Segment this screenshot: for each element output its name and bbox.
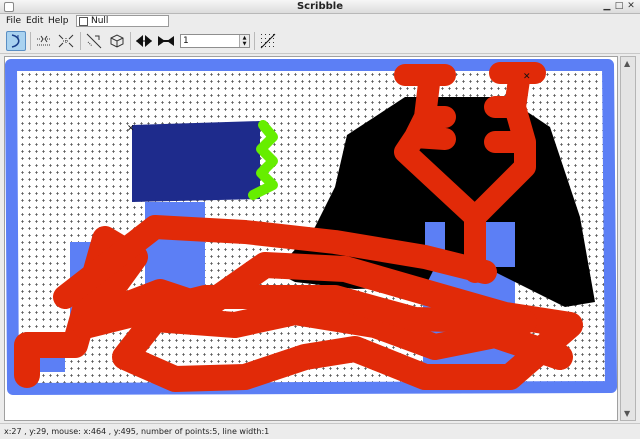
menu-edit[interactable]: Edit <box>26 16 43 26</box>
rotate-icon <box>86 33 102 49</box>
grid-toggle-button[interactable] <box>258 31 278 51</box>
line-width-spinbox[interactable]: 1 ▲ ▼ <box>180 34 250 48</box>
window-title: Scribble <box>296 1 343 12</box>
title-bar: Scribble ▁ □ ✕ <box>0 0 640 14</box>
pen-curve-icon <box>11 34 20 48</box>
maximize-icon[interactable]: □ <box>614 2 624 12</box>
vertical-scrollbar[interactable]: ▲ ▼ <box>620 56 636 421</box>
polyline-icon <box>37 35 51 46</box>
minimize-icon[interactable]: ▁ <box>602 2 612 12</box>
toolbar-separator <box>30 32 31 50</box>
drawing-canvas[interactable]: ✕ ✕ <box>4 56 618 421</box>
freehand-tool-button[interactable] <box>6 31 26 51</box>
polyline-tool-button[interactable] <box>34 31 54 51</box>
line-width-up-button[interactable] <box>156 31 176 51</box>
point-marker-icon: ✕ <box>523 72 531 82</box>
null-label: Null <box>91 16 109 26</box>
line-width-down-button[interactable] <box>134 31 154 51</box>
navy-rectangle <box>132 121 260 202</box>
menu-help[interactable]: Help <box>48 16 69 26</box>
close-icon[interactable]: ✕ <box>626 2 636 12</box>
toolbar: 1 ▲ ▼ <box>0 28 640 54</box>
toolbar-separator <box>130 32 131 50</box>
grid-line-icon <box>260 33 276 49</box>
scroll-down-icon[interactable]: ▼ <box>624 409 630 418</box>
scroll-up-icon[interactable]: ▲ <box>624 59 630 68</box>
shape-tool-button[interactable] <box>106 31 126 51</box>
menu-file[interactable]: File <box>6 16 21 26</box>
null-toggle[interactable]: Null <box>76 15 169 27</box>
taper-out-icon <box>158 36 174 46</box>
taper-in-icon <box>136 35 152 47</box>
status-bar: x:27 , y:29, mouse: x:464 , y:495, numbe… <box>0 423 640 439</box>
null-checkbox[interactable] <box>79 17 88 26</box>
point-marker-icon: ✕ <box>127 124 135 134</box>
scale-icon <box>58 34 74 48</box>
cube-icon <box>110 34 124 48</box>
spin-arrows-icon[interactable]: ▲ ▼ <box>239 35 249 47</box>
scale-tool-button[interactable] <box>56 31 76 51</box>
scribble-drawing[interactable]: ✕ ✕ <box>5 57 617 420</box>
toolbar-separator <box>80 32 81 50</box>
status-text: x:27 , y:29, mouse: x:464 , y:495, numbe… <box>4 427 270 436</box>
toolbar-separator <box>254 32 255 50</box>
line-width-value: 1 <box>183 36 189 46</box>
rotate-tool-button[interactable] <box>84 31 104 51</box>
